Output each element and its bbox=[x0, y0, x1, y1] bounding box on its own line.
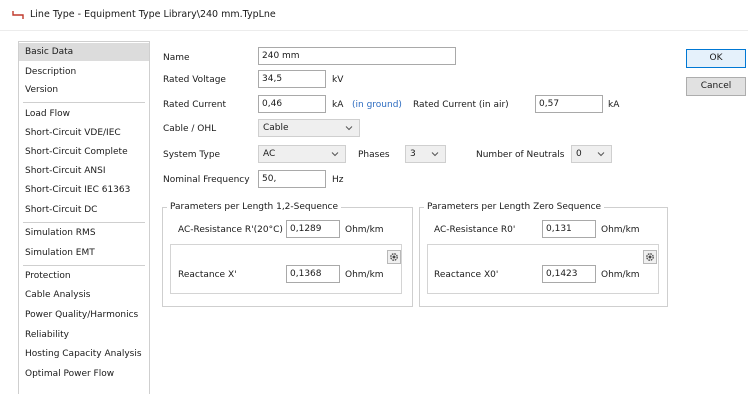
sidebar-item-simulation-emt[interactable]: Simulation EMT bbox=[19, 244, 149, 262]
seq0-settings-button[interactable] bbox=[643, 250, 657, 264]
gear-icon bbox=[646, 253, 654, 261]
seq0-resistance-field[interactable]: 0,131 bbox=[542, 220, 596, 238]
rated-voltage-label: Rated Voltage bbox=[163, 75, 226, 85]
seq12-resistance-field[interactable]: 0,1289 bbox=[286, 220, 340, 238]
ok-button[interactable]: OK bbox=[686, 49, 746, 68]
rated-current-field[interactable]: 0,46 bbox=[258, 95, 326, 113]
sidebar-item-simulation-rms[interactable]: Simulation RMS bbox=[19, 224, 149, 242]
seq0-reactance-unit: Ohm/km bbox=[601, 270, 640, 280]
name-field[interactable]: 240 mm bbox=[258, 47, 456, 65]
seq12-reactance-unit: Ohm/km bbox=[345, 270, 384, 280]
sidebar-item-short-circuit-ansi[interactable]: Short-Circuit ANSI bbox=[19, 162, 149, 180]
sidebar-item-power-quality-harmonics[interactable]: Power Quality/Harmonics bbox=[19, 306, 149, 324]
number-of-neutrals-value: 0 bbox=[576, 149, 582, 159]
sidebar-item-reliability[interactable]: Reliability bbox=[19, 326, 149, 344]
chevron-down-icon bbox=[597, 152, 605, 157]
rated-current-air-field[interactable]: 0,57 bbox=[535, 95, 603, 113]
sidebar-item-hosting-capacity-analysis[interactable]: Hosting Capacity Analysis bbox=[19, 345, 149, 363]
sidebar-item-short-circuit-iec-61363[interactable]: Short-Circuit IEC 61363 bbox=[19, 181, 149, 199]
seq0-reactance-label: Reactance X0' bbox=[434, 270, 499, 280]
name-label: Name bbox=[163, 53, 190, 63]
sidebar-item-cable-analysis[interactable]: Cable Analysis bbox=[19, 286, 149, 304]
sidebar-divider bbox=[23, 222, 145, 223]
rated-current-air-label: Rated Current (in air) bbox=[413, 100, 509, 110]
cable-ohl-label: Cable / OHL bbox=[163, 124, 217, 134]
seq12-resistance-label: AC-Resistance R'(20°C) bbox=[178, 225, 283, 235]
seq12-group-title: Parameters per Length 1,2-Sequence bbox=[167, 202, 342, 212]
phases-label: Phases bbox=[358, 150, 390, 160]
seq0-resistance-label: AC-Resistance R0' bbox=[434, 225, 516, 235]
phases-select[interactable]: 3 bbox=[405, 145, 446, 163]
nominal-frequency-field[interactable]: 50, bbox=[258, 170, 326, 188]
sidebar-item-short-circuit-vde-iec[interactable]: Short-Circuit VDE/IEC bbox=[19, 124, 149, 142]
sidebar-item-short-circuit-dc[interactable]: Short-Circuit DC bbox=[19, 201, 149, 219]
system-type-select[interactable]: AC bbox=[258, 145, 346, 163]
rated-voltage-field[interactable]: 34,5 bbox=[258, 70, 326, 88]
number-of-neutrals-label: Number of Neutrals bbox=[476, 150, 565, 160]
in-ground-note: (in ground) bbox=[352, 100, 402, 110]
cancel-button[interactable]: Cancel bbox=[686, 77, 746, 96]
seq0-resistance-unit: Ohm/km bbox=[601, 225, 640, 235]
sidebar: Basic Data Description Version Load Flow… bbox=[18, 41, 150, 394]
nominal-frequency-label: Nominal Frequency bbox=[163, 175, 250, 185]
system-type-value: AC bbox=[263, 149, 276, 159]
number-of-neutrals-select[interactable]: 0 bbox=[571, 145, 612, 163]
gear-icon bbox=[390, 253, 398, 261]
chevron-down-icon bbox=[345, 126, 353, 131]
seq12-resistance-unit: Ohm/km bbox=[345, 225, 384, 235]
nominal-frequency-unit: Hz bbox=[332, 175, 344, 185]
cable-ohl-value: Cable bbox=[263, 123, 289, 133]
rated-current-label: Rated Current bbox=[163, 100, 227, 110]
sidebar-divider bbox=[23, 265, 145, 266]
sidebar-divider bbox=[23, 102, 145, 103]
sidebar-item-version[interactable]: Version bbox=[19, 81, 149, 99]
phases-value: 3 bbox=[410, 149, 416, 159]
seq12-reactance-field[interactable]: 0,1368 bbox=[286, 265, 340, 283]
rated-current-unit: kA bbox=[332, 100, 344, 110]
sidebar-item-basic-data[interactable]: Basic Data bbox=[19, 43, 149, 61]
cable-ohl-select[interactable]: Cable bbox=[258, 119, 360, 137]
rated-voltage-unit: kV bbox=[332, 75, 344, 85]
seq12-reactance-label: Reactance X' bbox=[178, 270, 237, 280]
system-type-label: System Type bbox=[163, 150, 221, 160]
sidebar-item-protection[interactable]: Protection bbox=[19, 267, 149, 285]
sidebar-item-optimal-power-flow[interactable]: Optimal Power Flow bbox=[19, 365, 149, 383]
chevron-down-icon bbox=[331, 152, 339, 157]
seq0-group-title: Parameters per Length Zero Sequence bbox=[424, 202, 605, 212]
seq0-reactance-field[interactable]: 0,1423 bbox=[542, 265, 596, 283]
sidebar-item-short-circuit-complete[interactable]: Short-Circuit Complete bbox=[19, 143, 149, 161]
line-type-icon bbox=[12, 11, 24, 19]
window-title: Line Type - Equipment Type Library\240 m… bbox=[30, 9, 276, 20]
sidebar-item-description[interactable]: Description bbox=[19, 63, 149, 81]
sidebar-item-load-flow[interactable]: Load Flow bbox=[19, 105, 149, 123]
chevron-down-icon bbox=[431, 152, 439, 157]
rated-current-air-unit: kA bbox=[608, 100, 620, 110]
seq12-settings-button[interactable] bbox=[387, 250, 401, 264]
title-bar: Line Type - Equipment Type Library\240 m… bbox=[0, 0, 748, 31]
